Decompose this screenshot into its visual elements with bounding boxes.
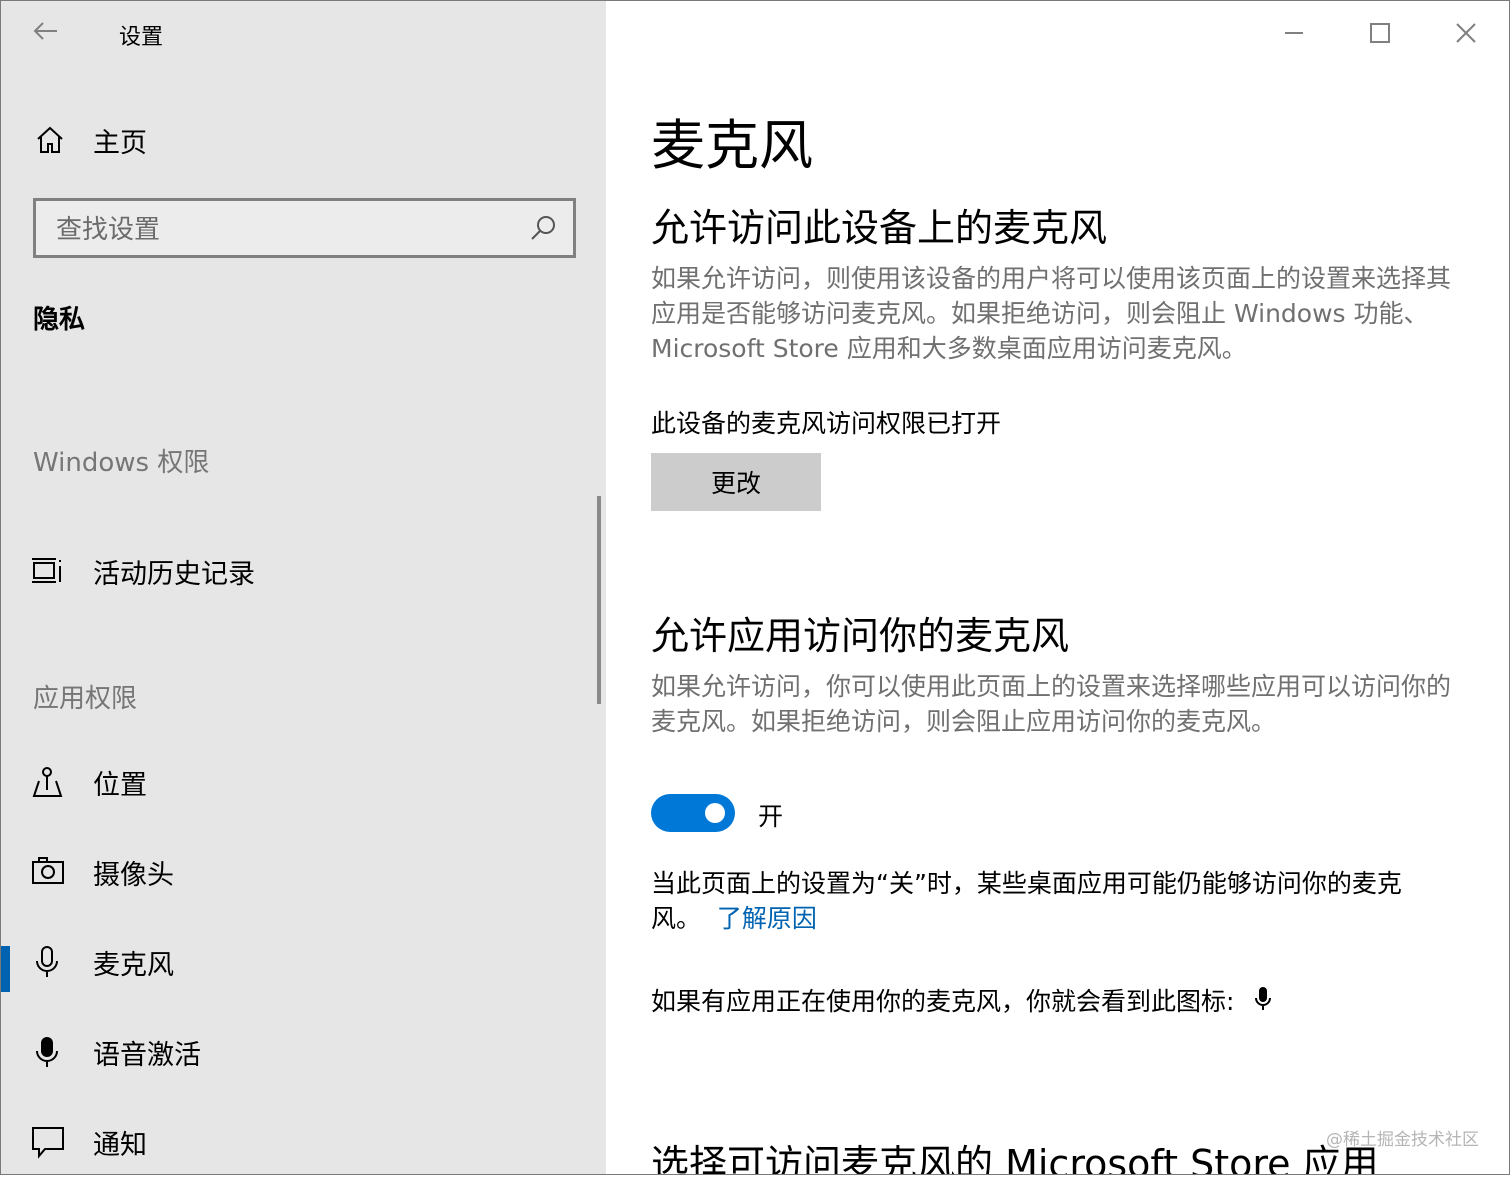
group-heading-app-permissions: 应用权限: [33, 684, 138, 714]
sidebar-item-home[interactable]: 主页: [33, 119, 147, 161]
section-title: 隐私: [33, 305, 86, 335]
hint-text: 如果有应用正在使用你的麦克风，你就会看到此图标:: [651, 987, 1235, 1016]
group-heading-windows-permissions: Windows 权限: [33, 448, 210, 478]
sidebar-item-label: 主页: [93, 127, 147, 159]
voice-activation-icon: [31, 1035, 65, 1069]
microphone-icon: [31, 945, 65, 979]
minimize-button[interactable]: [1251, 1, 1337, 65]
page-title: 麦克风: [651, 114, 813, 177]
app-title: 设置: [119, 25, 164, 50]
desktop-apps-note: 当此页面上的设置为“关”时，某些桌面应用可能仍能够访问你的麦克风。 了解原因: [651, 866, 1466, 936]
maximize-icon: [1370, 23, 1390, 43]
close-button[interactable]: [1423, 1, 1509, 65]
selection-indicator: [1, 946, 10, 992]
device-access-description: 如果允许访问，则使用该设备的用户将可以使用该页面上的设置来选择其应用是否能够访问…: [651, 264, 1452, 363]
back-button[interactable]: [31, 17, 65, 51]
app-access-heading: 允许应用访问你的麦克风: [651, 614, 1070, 658]
back-arrow-icon: [33, 22, 57, 40]
sidebar-item-label: 活动历史记录: [93, 558, 255, 590]
sidebar: 设置 主页 查找设置 隐私 Windows 权限 活动历史记录 应用权限 位置 …: [1, 1, 606, 1174]
toggle-knob: [705, 803, 725, 823]
app-access-toggle[interactable]: [651, 794, 735, 832]
sidebar-scrollbar[interactable]: [597, 496, 601, 704]
maximize-button[interactable]: [1337, 1, 1423, 65]
close-icon: [1456, 23, 1476, 43]
search-box[interactable]: 查找设置: [33, 198, 576, 258]
sidebar-item-voice-activation[interactable]: 语音激活: [1, 1020, 606, 1084]
sidebar-item-label: 语音激活: [93, 1039, 201, 1071]
store-apps-heading: 选择可访问麦克风的 Microsoft Store 应用: [651, 1142, 1379, 1175]
home-icon: [33, 123, 67, 157]
device-access-status: 此设备的麦克风访问权限已打开: [651, 409, 1002, 438]
change-button[interactable]: 更改: [651, 453, 821, 511]
main-content: 麦克风 允许访问此设备上的麦克风 如果允许访问，则使用该设备的用户将可以使用该页…: [606, 1, 1509, 1174]
sidebar-item-microphone[interactable]: 麦克风: [1, 930, 606, 994]
search-icon[interactable]: [529, 214, 557, 242]
sidebar-item-label: 位置: [93, 769, 147, 801]
sidebar-item-notifications[interactable]: 通知: [1, 1110, 606, 1174]
device-access-heading: 允许访问此设备上的麦克风: [651, 206, 1108, 250]
settings-window: 设置 主页 查找设置 隐私 Windows 权限 活动历史记录 应用权限 位置 …: [0, 0, 1510, 1175]
window-controls: [1251, 1, 1509, 65]
minimize-icon: [1285, 32, 1303, 34]
sidebar-item-location[interactable]: 位置: [1, 750, 606, 814]
location-icon: [31, 765, 65, 799]
app-access-description: 如果允许访问，你可以使用此页面上的设置来选择哪些应用可以访问你的麦克风。如果拒绝…: [651, 672, 1452, 736]
sidebar-item-label: 通知: [93, 1129, 147, 1161]
activity-history-icon: [31, 554, 65, 588]
sidebar-item-label: 摄像头: [93, 859, 174, 891]
sidebar-item-label: 麦克风: [93, 949, 174, 981]
watermark: @稀土掘金技术社区: [1326, 1130, 1479, 1150]
microphone-icon: [1254, 986, 1272, 1021]
search-input[interactable]: 查找设置: [56, 209, 160, 246]
mic-in-use-hint: 如果有应用正在使用你的麦克风，你就会看到此图标:: [651, 984, 1466, 1021]
sidebar-item-camera[interactable]: 摄像头: [1, 840, 606, 904]
sidebar-item-activity-history[interactable]: 活动历史记录: [1, 539, 606, 603]
toggle-state-label: 开: [758, 802, 784, 831]
camera-icon: [31, 855, 65, 889]
learn-more-link[interactable]: 了解原因: [717, 904, 817, 933]
notification-icon: [31, 1125, 65, 1159]
